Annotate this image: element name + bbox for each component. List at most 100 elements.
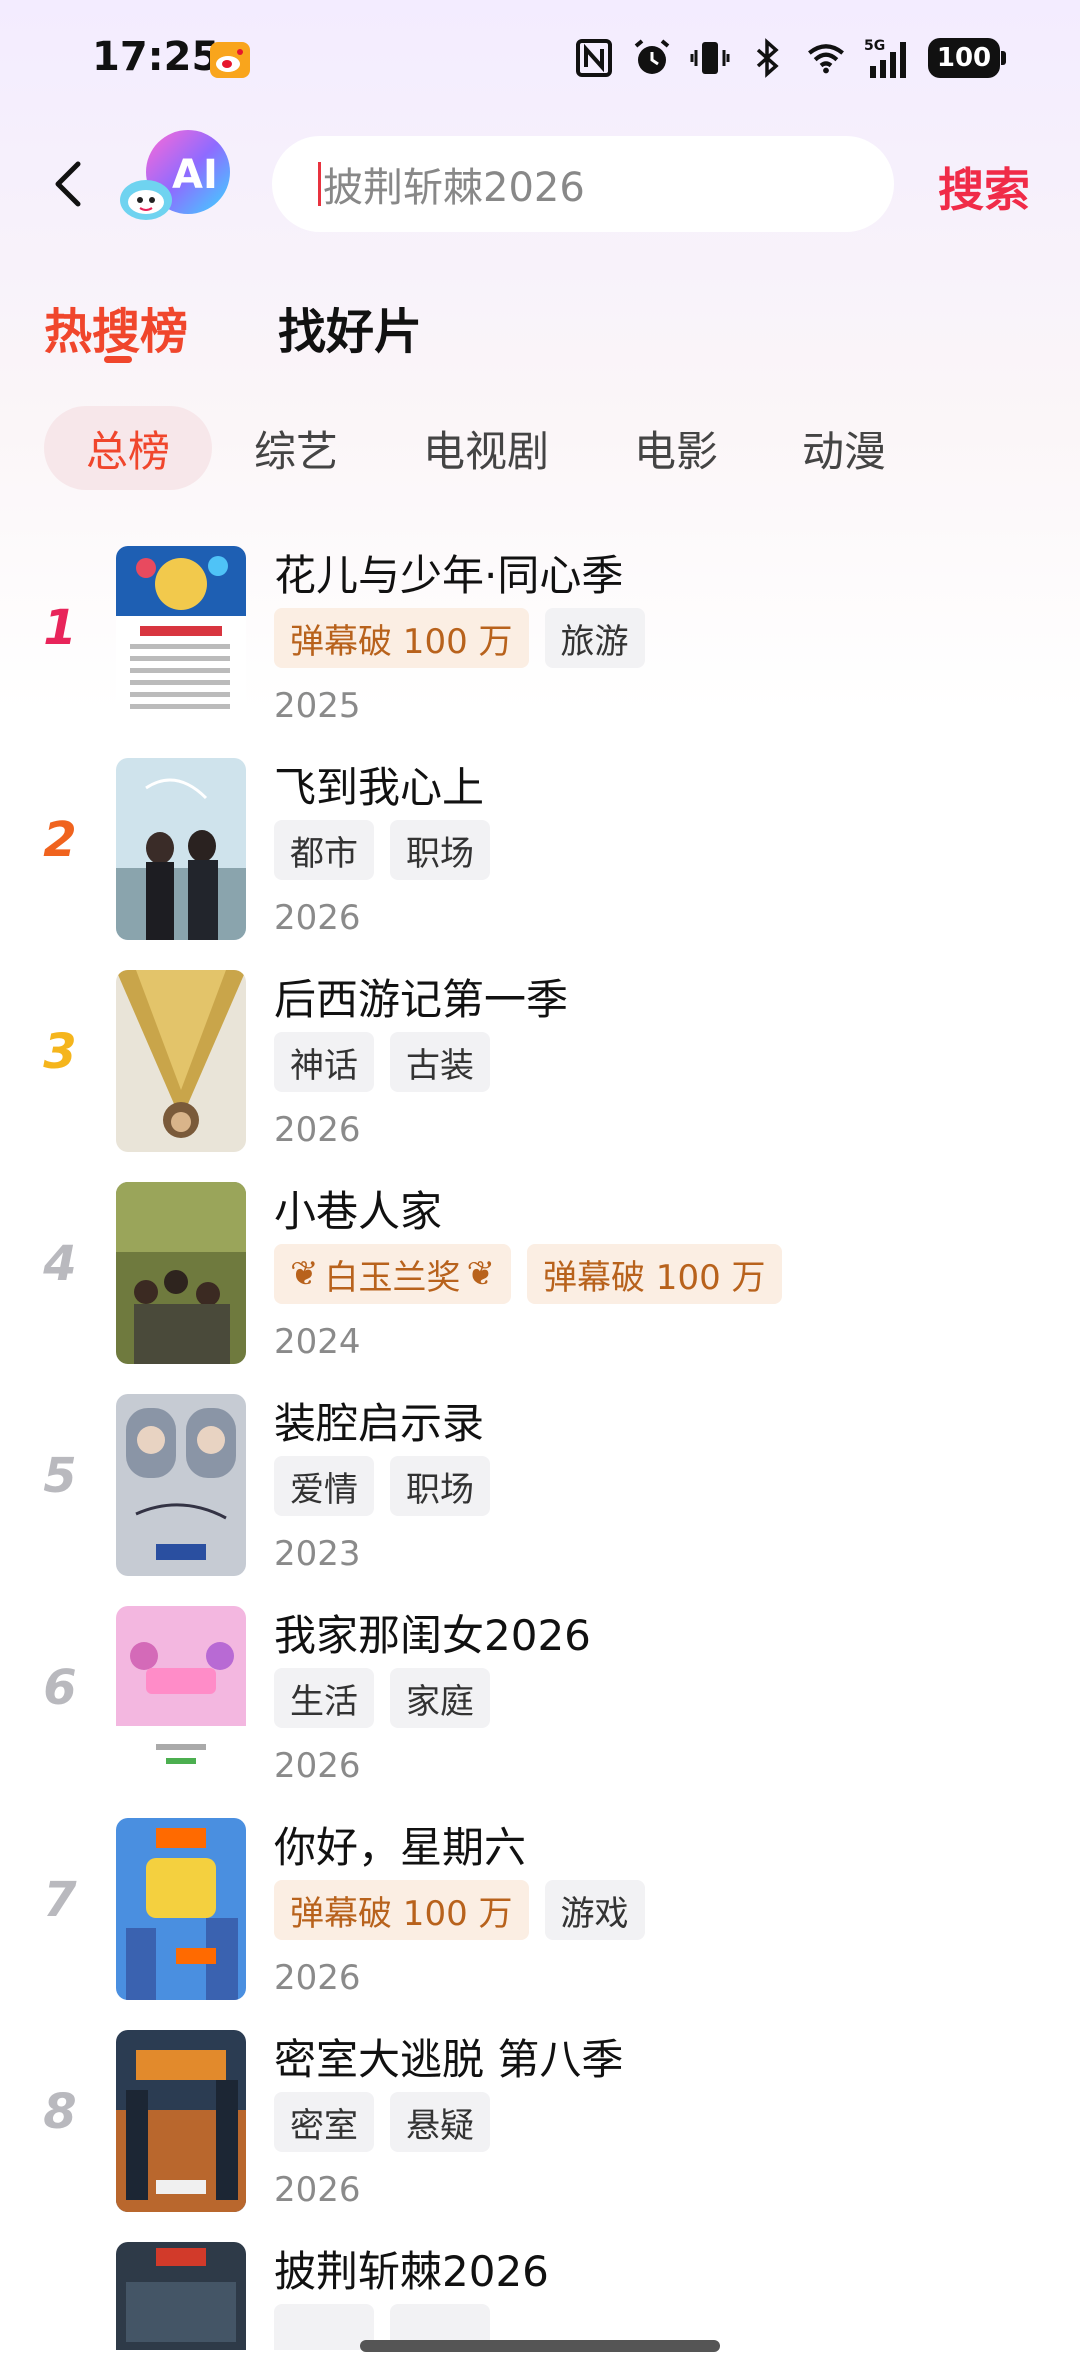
list-item[interactable]: 6 我家那闺女2026 生活 家庭 2026: [0, 1598, 1080, 1810]
tag-list: 神话 古装: [274, 1032, 490, 1092]
tab-hot-search[interactable]: 热搜榜: [44, 292, 188, 362]
nfc-icon: [574, 36, 614, 80]
item-year: 2026: [274, 2170, 361, 2210]
poster-image: [116, 970, 246, 1152]
list-item[interactable]: 4 小巷人家 ❦ 白玉兰奖 ❦ 弹幕破 100 万 2024: [0, 1174, 1080, 1386]
list-item[interactable]: 5 装腔启示录 爱情 职场 2023: [0, 1386, 1080, 1598]
list-item[interactable]: 2 飞到我心上 都市 职场 2026: [0, 750, 1080, 962]
item-year: 2026: [274, 1746, 361, 1786]
svg-text:5G: 5G: [864, 38, 885, 54]
tag-list: ❦ 白玉兰奖 ❦ 弹幕破 100 万: [274, 1244, 782, 1304]
item-title: 你好，星期六: [274, 1823, 527, 1872]
ai-logo[interactable]: AI: [116, 128, 240, 238]
chip-movie[interactable]: 电影: [612, 406, 740, 490]
laurel-right-icon: ❦: [466, 1254, 496, 1294]
item-title: 后西游记第一季: [274, 975, 569, 1024]
wifi-icon: [806, 36, 846, 80]
chip-all[interactable]: 总榜: [44, 406, 212, 490]
item-year: 2026: [274, 1110, 361, 1150]
alarm-icon: [632, 36, 672, 80]
tag: 职场: [390, 1456, 490, 1516]
item-year: 2023: [274, 1534, 361, 1574]
tag-list: 生活 家庭: [274, 1668, 490, 1728]
list-item[interactable]: 3 后西游记第一季 神话 古装 2026: [0, 962, 1080, 1174]
bluetooth-icon: [748, 36, 788, 80]
poster-image: [116, 1182, 246, 1364]
item-title: 我家那闺女2026: [274, 1611, 591, 1660]
rank-number: 7: [43, 1872, 77, 1928]
tag-list: 密室 悬疑: [274, 2092, 490, 2152]
tag: [274, 2304, 374, 2350]
status-bar: 17:25 5G 100: [0, 0, 1080, 120]
poster-image: [116, 1394, 246, 1576]
chip-tv-series[interactable]: 电视剧: [396, 406, 576, 490]
tag: 旅游: [544, 608, 645, 668]
chip-variety[interactable]: 综艺: [232, 406, 360, 490]
tag: 弹幕破 100 万: [274, 1880, 529, 1940]
tag: 家庭: [390, 1668, 490, 1728]
ai-logo-text: AI: [172, 152, 218, 198]
home-indicator[interactable]: [360, 2340, 720, 2352]
tag: 生活: [274, 1668, 374, 1728]
poster-image: [116, 1606, 246, 1788]
header: AI 披荆斩棘2026 搜索: [0, 128, 1080, 238]
poster-image: [116, 1818, 246, 2000]
list-item[interactable]: 8 密室大逃脱 第八季 密室 悬疑 2026: [0, 2022, 1080, 2234]
award-label: 白玉兰奖: [324, 1257, 461, 1298]
weibo-icon: [210, 42, 250, 78]
item-title: 花儿与少年·同心季: [274, 551, 624, 600]
rank-number: 6: [43, 1660, 77, 1716]
back-icon[interactable]: [44, 154, 94, 214]
item-title: 小巷人家: [274, 1187, 443, 1236]
status-icons: 5G 100: [574, 36, 1006, 80]
tag-list: 爱情 职场: [274, 1456, 490, 1516]
tag: 密室: [274, 2092, 374, 2152]
award-tag: ❦ 白玉兰奖 ❦: [274, 1244, 511, 1304]
tag-list: 弹幕破 100 万 旅游: [274, 608, 645, 668]
poster-image: [116, 758, 246, 940]
rank-number: 4: [43, 1236, 77, 1292]
list-item[interactable]: 7 你好，星期六 弹幕破 100 万 游戏 2026: [0, 1810, 1080, 2022]
tag: 古装: [390, 1032, 490, 1092]
tag-list: 都市 职场: [274, 820, 490, 880]
category-chips: 总榜 综艺 电视剧 电影 动漫: [0, 406, 1080, 496]
search-placeholder: 披荆斩棘2026: [323, 165, 585, 211]
chip-anime[interactable]: 动漫: [780, 406, 908, 490]
poster-image: [116, 2030, 246, 2212]
active-tab-indicator: [104, 356, 132, 363]
list-item[interactable]: 披荆斩棘2026: [0, 2234, 1080, 2350]
tag: 弹幕破 100 万: [527, 1244, 782, 1304]
search-button[interactable]: 搜索: [938, 154, 1030, 220]
tag: 悬疑: [390, 2092, 490, 2152]
laurel-left-icon: ❦: [290, 1254, 319, 1294]
signal-icon: 5G: [864, 36, 910, 80]
item-year: 2026: [274, 1958, 361, 1998]
text-caret: [318, 162, 321, 206]
rank-number: 1: [43, 600, 77, 656]
rank-number: 2: [43, 812, 77, 868]
tag-list: 弹幕破 100 万 游戏: [274, 1880, 645, 1940]
item-title: 飞到我心上: [274, 763, 485, 812]
main-tabs: 热搜榜 找好片: [0, 282, 1080, 372]
search-input[interactable]: 披荆斩棘2026: [272, 136, 894, 232]
poster-image: [116, 2242, 246, 2350]
vibrate-icon: [690, 36, 730, 80]
item-year: 2024: [274, 1322, 361, 1362]
tab-find-shows[interactable]: 找好片: [278, 292, 422, 362]
status-time: 17:25: [92, 34, 220, 80]
tag: 职场: [390, 820, 490, 880]
tag: 神话: [274, 1032, 374, 1092]
battery-icon: 100: [928, 38, 1006, 78]
tag: 弹幕破 100 万: [274, 608, 529, 668]
item-title: 披荆斩棘2026: [274, 2247, 549, 2296]
list-item[interactable]: 1 花儿与少年·同心季 弹幕破 100 万 旅游 2025: [0, 538, 1080, 750]
item-title: 装腔启示录: [274, 1399, 485, 1448]
tag: 都市: [274, 820, 374, 880]
item-year: 2025: [274, 686, 361, 726]
tag: 爱情: [274, 1456, 374, 1516]
tag: 游戏: [544, 1880, 645, 1940]
rank-number: 8: [43, 2084, 77, 2140]
item-title: 密室大逃脱 第八季: [274, 2035, 624, 2084]
poster-image: [116, 546, 246, 728]
rank-number: 3: [43, 1024, 77, 1080]
